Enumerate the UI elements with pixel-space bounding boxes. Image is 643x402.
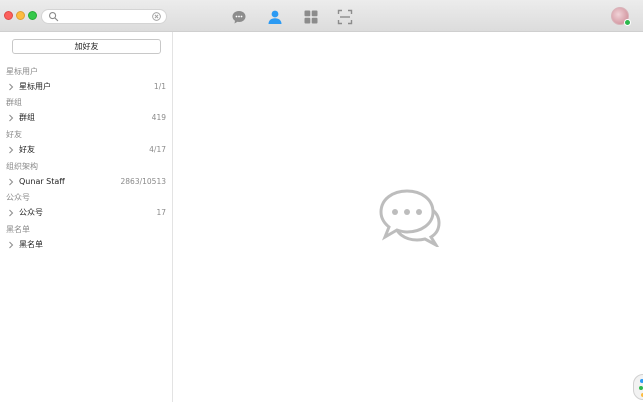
group-row-friends[interactable]: 好友 4/17	[0, 143, 172, 157]
search-icon	[49, 12, 59, 22]
avatar[interactable]	[611, 7, 631, 26]
group-count: 4/17	[149, 145, 166, 154]
clear-search-icon[interactable]	[152, 12, 161, 21]
title-bar	[0, 0, 643, 32]
assistant-dot-icon	[639, 386, 643, 390]
chevron-right-icon	[9, 178, 14, 186]
group-row-starred[interactable]: 星标用户 1/1	[0, 80, 172, 94]
close-window-button[interactable]	[4, 11, 13, 20]
group-label: 群组	[19, 113, 35, 122]
group-row-groups[interactable]: 群组 419	[0, 111, 172, 125]
contacts-icon[interactable]	[267, 9, 283, 25]
search-box[interactable]	[41, 9, 167, 24]
section-header-friends: 好友	[6, 130, 22, 139]
section-header-groups: 群组	[6, 98, 22, 107]
main-content-area	[174, 32, 643, 402]
chevron-right-icon	[9, 146, 14, 154]
chat-bubble-icon[interactable]	[231, 9, 247, 25]
group-count: 2863/10513	[120, 177, 166, 186]
group-row-blacklist[interactable]: 黑名单	[0, 238, 172, 252]
apps-grid-icon[interactable]	[303, 9, 319, 25]
chevron-right-icon	[9, 209, 14, 217]
group-label: 好友	[19, 145, 35, 154]
chevron-right-icon	[9, 241, 14, 249]
chat-bubbles-icon	[379, 189, 441, 247]
online-status-dot	[624, 19, 631, 26]
section-header-org: 组织架构	[6, 162, 38, 171]
group-count: 419	[151, 113, 166, 122]
floating-assistant-button[interactable]	[633, 374, 643, 400]
add-friend-button[interactable]: 加好友	[12, 39, 161, 54]
search-input[interactable]	[61, 10, 151, 23]
section-header-starred: 星标用户	[6, 67, 38, 76]
group-count: 1/1	[153, 82, 166, 91]
group-row-org[interactable]: Qunar Staff 2863/10513	[0, 175, 172, 189]
section-header-official: 公众号	[6, 193, 30, 202]
contacts-sidebar: 加好友 星标用户 星标用户 1/1 群组 群组 419 好友 好友 4/17 组…	[0, 32, 173, 402]
group-row-official[interactable]: 公众号 17	[0, 206, 172, 220]
group-label: 黑名单	[19, 240, 43, 249]
chevron-right-icon	[9, 114, 14, 122]
group-count: 17	[156, 208, 166, 217]
maximize-window-button[interactable]	[28, 11, 37, 20]
chevron-right-icon	[9, 83, 14, 91]
group-label: 星标用户	[19, 82, 51, 91]
section-header-blacklist: 黑名单	[6, 225, 30, 234]
scan-icon[interactable]	[337, 9, 353, 25]
group-label: Qunar Staff	[19, 177, 65, 186]
minimize-window-button[interactable]	[16, 11, 25, 20]
group-label: 公众号	[19, 208, 43, 217]
